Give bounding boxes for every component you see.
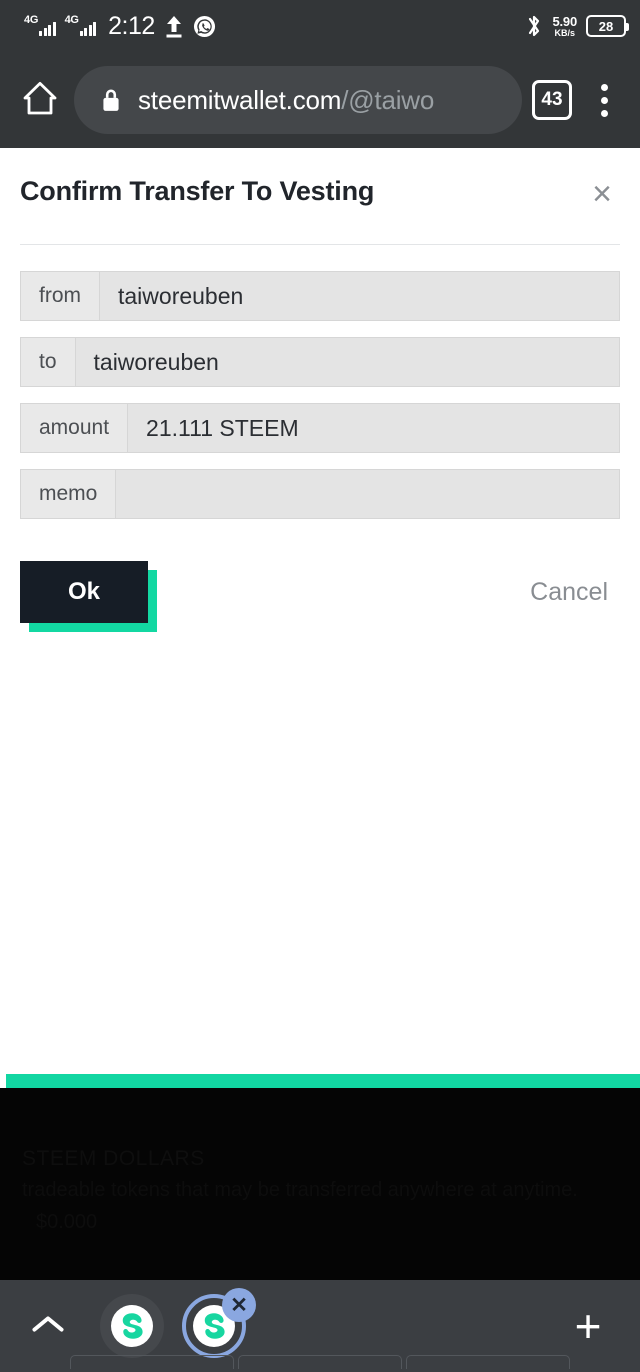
whatsapp-icon <box>193 15 216 38</box>
field-label-memo: memo <box>20 469 116 519</box>
address-bar-text: steemitwallet.com/@taiwo <box>138 85 434 116</box>
status-bar-left: 4G 4G 2:12 <box>24 13 216 39</box>
network-speed-value: 5.90 <box>552 13 577 29</box>
web-page-content: Confirm Transfer To Vesting × from taiwo… <box>0 148 640 1280</box>
phone-screen: 4G 4G 2:12 5.90 KB/s 28 steemitwallet.co… <box>0 0 640 1372</box>
network-type-label-sim1: 4G <box>24 14 39 26</box>
home-button[interactable] <box>12 72 68 128</box>
tab-thumbnail-2-selected[interactable]: ✕ <box>182 1288 256 1358</box>
dialog-title: Confirm Transfer To Vesting <box>20 176 375 206</box>
new-tab-button[interactable]: + <box>560 1298 616 1354</box>
url-path: /@taiwo <box>341 84 435 115</box>
steemit-logo-icon <box>111 1305 153 1347</box>
chevron-up-icon <box>31 1313 65 1340</box>
status-bar-clock: 2:12 <box>108 11 155 40</box>
page-whitespace <box>0 623 640 1074</box>
field-value-to[interactable]: taiworeuben <box>74 337 620 387</box>
tab-counter-label: 43 <box>541 89 563 110</box>
form-row-from: from taiworeuben <box>20 271 620 321</box>
signal-bars-icon-sim1 <box>39 20 56 36</box>
cancel-button[interactable]: Cancel <box>530 578 608 607</box>
tab-strip-item[interactable] <box>406 1355 570 1369</box>
signal-indicator-sim1: 4G <box>24 13 56 39</box>
steem-dollars-amount: $0.000 <box>36 1211 98 1234</box>
tab-thumbnails: ✕ <box>100 1288 256 1358</box>
close-tab-icon[interactable]: ✕ <box>222 1288 256 1322</box>
tab-strip-indicators <box>0 1355 640 1369</box>
signal-bars-icon-sim2 <box>79 20 97 36</box>
network-speed-unit: KB/s <box>554 27 575 38</box>
close-icon[interactable]: × <box>580 172 624 216</box>
lock-icon <box>100 87 122 113</box>
form-row-memo: memo <box>20 469 620 519</box>
dialog-divider <box>20 244 620 245</box>
form-row-to: to taiworeuben <box>20 337 620 387</box>
tab-thumbnail-1[interactable] <box>100 1294 164 1358</box>
network-speed-indicator: 5.90 KB/s <box>552 15 577 38</box>
battery-percent-label: 28 <box>598 18 614 34</box>
address-bar[interactable]: steemitwallet.com/@taiwo <box>74 66 522 134</box>
browser-toolbar: steemitwallet.com/@taiwo 43 <box>0 52 640 148</box>
form-row-amount: amount 21.111 STEEM <box>20 403 620 453</box>
expand-tabs-button[interactable] <box>24 1302 72 1350</box>
field-value-amount[interactable]: 21.111 STEEM <box>127 403 620 453</box>
network-type-label-sim2: 4G <box>64 14 79 26</box>
home-icon <box>20 78 60 123</box>
accent-rule <box>6 1074 640 1088</box>
dialog-actions: Ok Cancel <box>20 561 620 623</box>
tab-counter-button[interactable]: 43 <box>532 80 572 120</box>
steem-dollars-section: STEEM DOLLARS tradeable tokens that may … <box>0 1088 640 1280</box>
status-bar-right: 5.90 KB/s 28 <box>525 13 629 39</box>
ok-button[interactable]: Ok <box>20 561 148 623</box>
tab-strip-item[interactable] <box>238 1355 402 1369</box>
battery-icon: 28 <box>586 15 629 37</box>
signal-indicator-sim2: 4G <box>65 13 97 39</box>
bluetooth-icon <box>525 13 543 39</box>
url-domain: steemitwallet.com <box>138 84 342 115</box>
field-value-from[interactable]: taiworeuben <box>99 271 620 321</box>
bottom-tab-bar: ✕ + <box>0 1280 640 1372</box>
tab-strip-item[interactable] <box>70 1355 234 1369</box>
field-label-amount: amount <box>20 403 128 453</box>
status-bar: 4G 4G 2:12 5.90 KB/s 28 <box>0 0 640 52</box>
field-label-to: to <box>20 337 75 387</box>
upload-arrow-icon <box>164 14 184 38</box>
confirm-transfer-dialog: Confirm Transfer To Vesting × from taiwo… <box>0 148 640 623</box>
browser-menu-button[interactable] <box>582 72 626 128</box>
kebab-menu-icon <box>600 83 608 91</box>
dialog-header: Confirm Transfer To Vesting × <box>20 172 620 216</box>
field-label-from: from <box>20 271 99 321</box>
steem-dollars-description: tradeable tokens that may be transferred… <box>22 1179 578 1202</box>
steem-dollars-title: STEEM DOLLARS <box>22 1147 205 1170</box>
field-value-memo[interactable] <box>115 469 620 519</box>
